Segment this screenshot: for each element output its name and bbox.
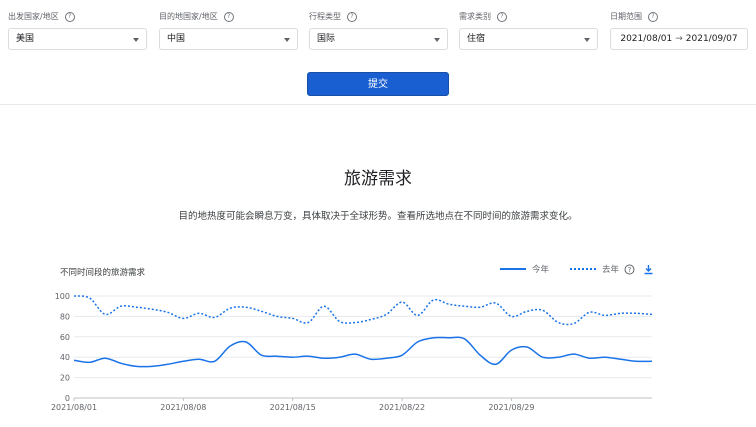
x-tick-label: 2021/08/29 <box>488 403 534 412</box>
svg-text:?: ? <box>628 266 632 274</box>
x-tick-label: 2021/08/15 <box>270 403 316 412</box>
y-tick-label: 60 <box>60 333 70 342</box>
trip-type-field: 行程类型? <box>309 11 357 23</box>
demand-type-field: 需求类别? <box>459 11 507 23</box>
legend-item-last-year[interactable]: 去年 <box>570 263 619 275</box>
travel-demand-chart: 0 20 40 60 80 100 2021/08/01 2021/08/08 2021/08/… <box>51 292 653 412</box>
y-tick-label: 0 <box>65 394 70 403</box>
chart-title: 不同时间段的旅游需求 <box>60 268 146 278</box>
legend-label-last-year: 去年 <box>602 265 620 275</box>
origin-value: 美国 <box>16 34 35 44</box>
chevron-down-icon <box>584 38 590 42</box>
chevron-down-icon <box>284 38 290 42</box>
page-title: 旅游需求 <box>344 169 412 189</box>
origin-select[interactable]: 美国 <box>8 28 147 50</box>
origin-field: 出发国家/地区? <box>8 11 75 23</box>
x-tick-label: 2021/08/08 <box>160 403 206 412</box>
help-circle-icon[interactable]: ? <box>64 11 75 22</box>
y-tick-label: 40 <box>60 353 70 362</box>
legend-item-this-year[interactable]: 今年 <box>500 263 549 275</box>
destination-field: 目的地国家/地区? <box>159 11 234 23</box>
x-tick-label: 2021/08/01 <box>51 403 97 412</box>
legend-dashed-swatch <box>570 268 596 270</box>
help-circle-icon[interactable]: ? <box>347 11 357 22</box>
trip-type-select[interactable]: 国际 <box>309 28 448 50</box>
help-circle-icon[interactable]: ? <box>497 11 507 22</box>
y-tick-label: 20 <box>60 374 70 383</box>
origin-label: 出发国家/地区 <box>8 12 59 21</box>
series-line-this-year <box>73 336 653 368</box>
submit-button[interactable]: 提交 <box>307 72 449 96</box>
trip-type-label: 行程类型 <box>309 12 341 21</box>
date-range-label: 日期范围 <box>610 12 642 21</box>
help-circle-icon[interactable]: ? <box>624 264 635 275</box>
legend-solid-swatch <box>500 268 526 270</box>
page-subtitle: 目的地热度可能会瞬息万变，具体取决于全球形势。查看所选地点在不同时间的旅游需求变… <box>178 211 578 222</box>
demand-type-value: 住宿 <box>467 34 486 44</box>
date-start[interactable]: 2021/08/01 <box>620 34 672 44</box>
chevron-down-icon <box>434 38 440 42</box>
destination-select[interactable]: 中国 <box>159 28 298 50</box>
date-end[interactable]: 2021/09/07 <box>686 34 738 44</box>
arrow-right-icon: → <box>675 34 683 44</box>
demand-type-select[interactable]: 住宿 <box>459 28 598 50</box>
y-tick-label: 100 <box>55 292 70 301</box>
y-tick-label: 80 <box>60 312 70 321</box>
demand-type-label: 需求类别 <box>459 12 491 21</box>
help-circle-icon[interactable]: ? <box>648 11 658 22</box>
x-tick-label: 2021/08/22 <box>379 403 425 412</box>
date-range-picker[interactable]: 2021/08/01 → 2021/09/07 <box>610 28 748 50</box>
download-icon[interactable] <box>643 264 654 275</box>
destination-label: 目的地国家/地区 <box>159 12 218 21</box>
help-circle-icon[interactable]: ? <box>223 11 234 22</box>
date-range-field: 日期范围? <box>610 11 658 23</box>
chevron-down-icon <box>133 38 139 42</box>
legend-label-this-year: 今年 <box>532 265 550 275</box>
trip-type-value: 国际 <box>317 34 336 44</box>
series-line-last-year <box>73 295 653 326</box>
destination-value: 中国 <box>167 34 186 44</box>
divider <box>0 104 756 105</box>
